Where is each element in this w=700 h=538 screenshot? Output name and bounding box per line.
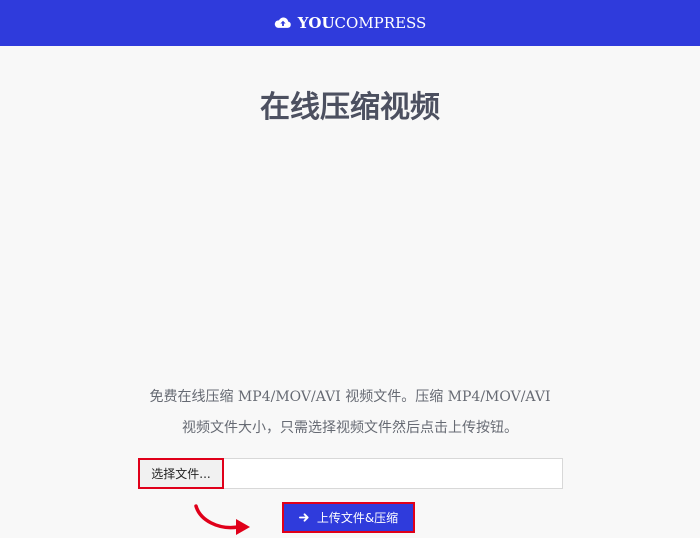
arrow-right-icon	[298, 513, 309, 522]
upload-compress-button[interactable]: 上传文件&压缩	[282, 502, 415, 533]
page-title: 在线压缩视频	[260, 90, 440, 125]
page-description: 免费在线压缩 MP4/MOV/AVI 视频文件。压缩 MP4/MOV/AVI 视…	[120, 382, 580, 444]
file-input-field[interactable]: 选择文件...	[138, 458, 563, 489]
top-navbar: YOU COMPRESS	[0, 0, 700, 46]
brand-name-light: COMPRESS	[334, 14, 427, 32]
brand-name-strong: YOU	[297, 14, 335, 32]
choose-file-button[interactable]: 选择文件...	[138, 458, 224, 489]
description-line-2: 视频文件大小，只需选择视频文件然后点击上传按钮。	[182, 420, 518, 436]
red-arrow-annotation	[194, 504, 250, 535]
description-line-1: 免费在线压缩 MP4/MOV/AVI 视频文件。压缩 MP4/MOV/AVI	[149, 389, 551, 405]
upload-button-label: 上传文件&压缩	[316, 511, 399, 525]
cloud-upload-icon	[274, 17, 291, 28]
brand-logo[interactable]: YOU COMPRESS	[274, 14, 427, 32]
